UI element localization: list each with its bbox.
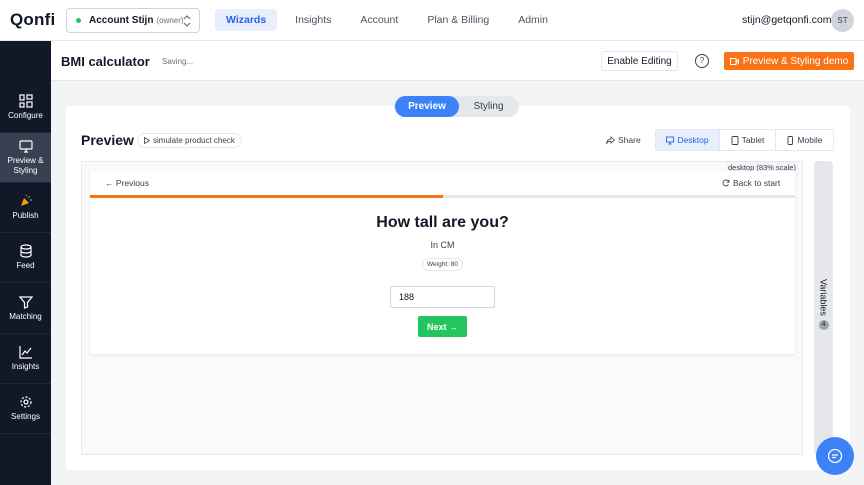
toggle-styling[interactable]: Styling <box>458 96 519 117</box>
sidebar-item-configure[interactable]: Configure <box>0 83 51 133</box>
sidebar-item-feed[interactable]: Feed <box>0 233 51 283</box>
main-nav: Wizards Insights Account Plan & Billing … <box>215 9 566 31</box>
funnel-icon <box>18 296 33 309</box>
previous-button[interactable]: ← Previous <box>105 178 149 188</box>
next-label: Next <box>426 321 447 332</box>
party-popper-icon <box>20 194 32 206</box>
chevron-up-down-icon <box>183 15 191 27</box>
account-role: (owner) <box>156 16 184 25</box>
variables-tab: Variables 4 <box>814 279 833 339</box>
play-icon <box>144 137 150 144</box>
demo-button-label: Preview & Styling demo <box>742 55 849 67</box>
user-email[interactable]: stijn@getqonfi.com <box>742 14 831 26</box>
variables-count: 4 <box>818 319 829 330</box>
tablet-icon <box>731 135 739 145</box>
share-label: Share <box>618 135 641 145</box>
device-desktop[interactable]: Desktop <box>656 130 720 150</box>
mobile-icon <box>788 135 794 145</box>
database-icon <box>19 244 32 258</box>
chat-icon <box>827 448 843 464</box>
device-mobile[interactable]: Mobile <box>776 130 833 150</box>
preview-title: Preview <box>81 132 134 148</box>
sidebar: Configure Preview & Styling Publish Feed… <box>0 41 51 485</box>
device-label: Desktop <box>677 135 709 145</box>
sidebar-item-settings[interactable]: Settings <box>0 384 51 434</box>
sidebar-item-label: Publish <box>12 211 39 220</box>
sidebar-item-publish[interactable]: Publish <box>0 183 51 233</box>
sidebar-item-preview-styling[interactable]: Preview & Styling <box>0 133 51 183</box>
gear-icon <box>19 396 32 408</box>
save-status: Saving... <box>162 57 194 66</box>
toggle-preview[interactable]: Preview <box>395 96 459 117</box>
progress-fill <box>90 195 443 198</box>
nav-insights[interactable]: Insights <box>284 9 342 31</box>
nav-plan-billing[interactable]: Plan & Billing <box>416 9 500 31</box>
monitor-icon <box>18 140 33 153</box>
device-label: Tablet <box>741 135 765 145</box>
device-tablet[interactable]: Tablet <box>720 130 776 150</box>
enable-editing-button[interactable]: Enable Editing <box>601 51 678 71</box>
device-label: Mobile <box>797 135 823 145</box>
account-switcher[interactable]: Account Stijn (owner) <box>66 8 200 33</box>
sidebar-item-label: Settings <box>11 412 40 421</box>
chat-button[interactable] <box>816 437 854 475</box>
simulate-product-check-button[interactable]: simulate product check <box>137 133 242 148</box>
configure-icon <box>18 94 33 108</box>
height-input[interactable] <box>390 286 495 308</box>
sidebar-item-label: Feed <box>16 261 35 270</box>
nav-admin[interactable]: Admin <box>507 9 559 31</box>
device-switcher: Desktop Tablet Mobile <box>655 129 834 151</box>
question-title: How tall are you? <box>376 214 509 231</box>
preview-styling-toggle: Preview Styling <box>394 96 519 117</box>
sidebar-item-label: Configure <box>8 111 43 120</box>
sidebar-item-matching[interactable]: Matching <box>0 284 51 334</box>
back-to-start-label: Back to start <box>733 178 781 188</box>
variable-chip: Weight: 80 <box>422 258 463 271</box>
arrow-right-icon: → <box>446 321 459 332</box>
refresh-icon <box>722 179 730 187</box>
top-bar: Qonfi Account Stijn (owner) Wizards Insi… <box>0 0 864 41</box>
arrow-left-icon: ← <box>105 178 114 188</box>
share-icon <box>606 135 615 144</box>
sidebar-item-label: Insights <box>11 362 40 371</box>
question-subtitle: In CM <box>430 240 455 250</box>
page-title: BMI calculator <box>61 54 150 69</box>
nav-wizards[interactable]: Wizards <box>215 9 278 31</box>
line-chart-icon <box>18 346 32 359</box>
share-button[interactable]: Share <box>606 135 641 145</box>
progress-bar <box>90 195 795 198</box>
app-logo[interactable]: Qonfi <box>10 10 55 30</box>
sidebar-item-label: Preview & Styling <box>7 156 44 175</box>
variables-label: Variables <box>818 279 829 316</box>
simulate-label: simulate product check <box>153 136 235 145</box>
account-name: Account Stijn <box>89 15 154 26</box>
help-icon[interactable]: ? <box>695 54 709 68</box>
next-button[interactable]: Next → <box>418 316 467 337</box>
sidebar-item-insights[interactable]: Insights <box>0 334 51 384</box>
nav-account[interactable]: Account <box>349 9 409 31</box>
page-header: BMI calculator Saving... Enable Editing … <box>51 41 864 81</box>
avatar[interactable]: ST <box>831 9 854 32</box>
desktop-icon <box>666 136 675 144</box>
status-dot <box>76 18 81 23</box>
variables-panel[interactable]: Variables 4 <box>814 161 833 455</box>
sidebar-item-label: Matching <box>9 312 42 321</box>
video-icon <box>729 57 739 65</box>
back-to-start-button[interactable]: Back to start <box>722 178 780 188</box>
previous-label: Previous <box>115 178 149 188</box>
preview-styling-demo-button[interactable]: Preview & Styling demo <box>724 52 854 70</box>
